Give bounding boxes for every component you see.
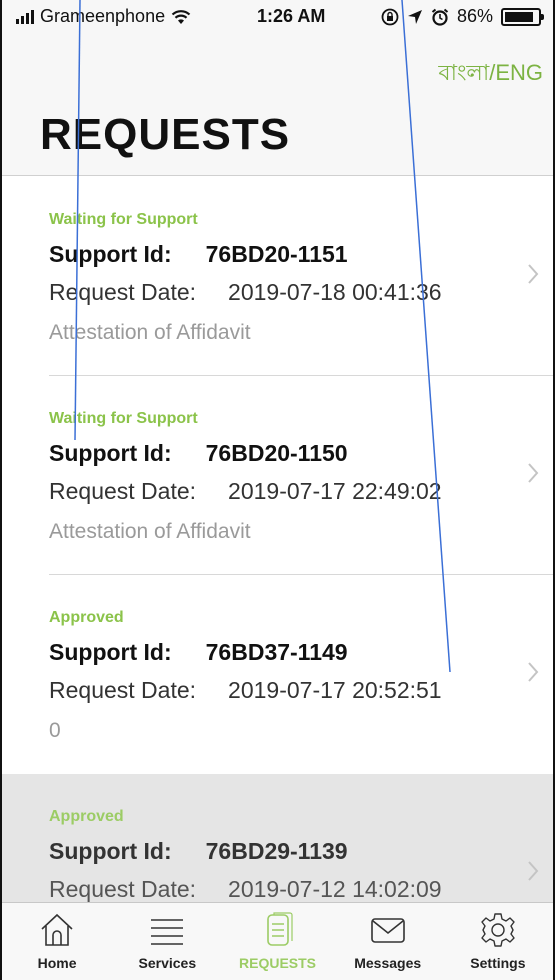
document-icon [266,912,293,946]
request-date-row: Request Date: 2019-07-12 14:02:09 [49,876,442,903]
request-date-row: Request Date: 2019-07-17 20:52:51 [49,677,442,704]
chevron-right-icon [528,861,539,881]
status-bar: Grameenphone 1:26 AM 86% [2,0,553,36]
location-arrow-icon [407,9,422,24]
request-status: Waiting for Support [49,211,198,228]
chevron-right-icon [528,463,539,483]
request-item[interactable]: Approved Support Id: 76BD37-1149 Request … [2,575,553,774]
support-id-value: 76BD20-1150 [205,440,348,466]
tab-settings[interactable]: Settings [443,903,553,980]
tab-services[interactable]: Services [112,903,222,980]
tab-label: Services [138,955,197,971]
request-description: Attestation of Affidavit [49,321,251,344]
chevron-right-icon [528,662,539,682]
tab-label: Settings [470,955,526,971]
alarm-icon [431,8,449,26]
status-left: Grameenphone [16,6,191,27]
support-id-label: Support Id: [49,241,172,267]
gear-icon [481,913,515,947]
request-description: 0 [49,719,61,742]
tab-requests[interactable]: REQUESTS [222,903,332,980]
carrier-name: Grameenphone [40,6,166,26]
support-id-label: Support Id: [49,639,172,665]
request-status: Waiting for Support [49,410,198,427]
request-date-label: Request Date: [49,677,197,703]
request-date-row: Request Date: 2019-07-17 22:49:02 [49,478,442,505]
menu-icon [151,919,184,945]
status-time: 1:26 AM [257,6,326,26]
support-id-row: Support Id: 76BD29-1139 [49,838,348,865]
request-date-row: Request Date: 2019-07-18 00:41:36 [49,279,442,306]
request-date-value: 2019-07-18 00:41:36 [228,279,442,305]
request-item[interactable]: Waiting for Support Support Id: 76BD20-11… [2,376,553,575]
tab-label: Messages [354,955,422,971]
support-id-label: Support Id: [49,838,172,864]
signal-icon [16,9,34,24]
header: বাংলা/ENG REQUESTS [2,36,553,176]
request-date-value: 2019-07-17 20:52:51 [228,677,442,703]
support-id-label: Support Id: [49,440,172,466]
request-description: Attestation of Affidavit [49,520,251,543]
request-date-label: Request Date: [49,279,197,305]
tab-label: REQUESTS [239,955,317,971]
language-toggle[interactable]: বাংলা/ENG [438,56,543,93]
status-right: 86% [381,6,544,27]
wifi-icon [171,9,191,24]
page-title: REQUESTS [40,110,291,159]
tab-messages[interactable]: Messages [333,903,443,980]
battery-fill [505,11,533,22]
request-status: Approved [49,609,124,626]
battery-percent: 86% [456,6,493,26]
support-id-row: Support Id: 76BD20-1151 [49,241,348,268]
request-item[interactable]: Waiting for Support Support Id: 76BD20-11… [2,177,553,376]
request-date-value: 2019-07-17 22:49:02 [228,478,442,504]
request-date-label: Request Date: [49,876,197,902]
request-status: Approved [49,808,124,825]
request-date-label: Request Date: [49,478,197,504]
support-id-value: 76BD29-1139 [205,838,348,864]
support-id-value: 76BD20-1151 [205,241,348,267]
tab-bar: Home Services REQUESTS Messages Settings [2,902,553,980]
home-icon [41,913,73,946]
support-id-row: Support Id: 76BD20-1150 [49,440,348,467]
envelope-icon [370,918,405,943]
tab-home[interactable]: Home [2,903,112,980]
support-id-value: 76BD37-1149 [205,639,348,665]
request-date-value: 2019-07-12 14:02:09 [228,876,442,902]
chevron-right-icon [528,264,539,284]
tab-label: Home [37,955,77,971]
support-id-row: Support Id: 76BD37-1149 [49,639,348,666]
battery-icon [501,7,544,26]
lock-rotation-icon [381,8,399,25]
request-list: Waiting for Support Support Id: 76BD20-11… [2,177,553,973]
